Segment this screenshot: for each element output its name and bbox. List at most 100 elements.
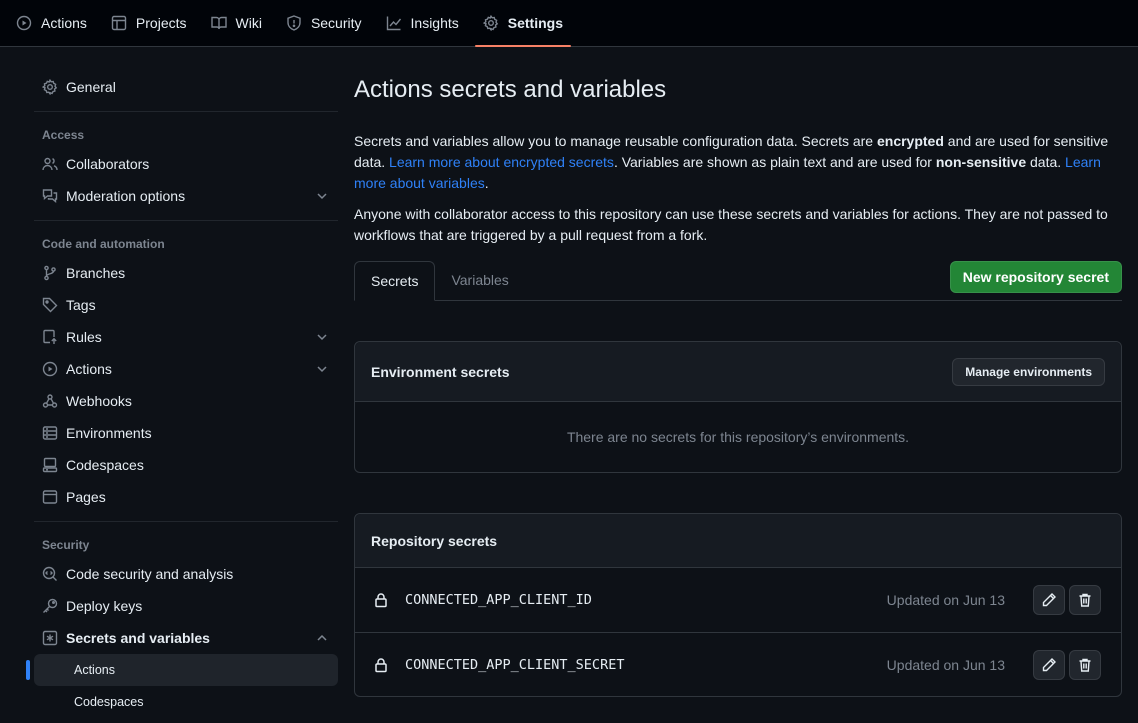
sidebar-subitem-actions[interactable]: Actions [26, 654, 338, 686]
sidebar-item-label: Rules [66, 329, 102, 345]
page-title: Actions secrets and variables [354, 76, 667, 103]
gear-icon [42, 79, 58, 95]
nav-insights[interactable]: Insights [378, 0, 467, 46]
nav-actions[interactable]: Actions [8, 0, 95, 46]
list-item: CONNECTED_APP_CLIENT_SECRET Updated on J… [355, 632, 1121, 696]
sidebar-item-codespaces[interactable]: Codespaces [26, 449, 338, 481]
settings-sidebar: General Access Collaborators Moderation … [26, 71, 338, 718]
codescan-icon [42, 566, 58, 582]
git-branch-icon [42, 265, 58, 281]
nav-settings-label: Settings [507, 15, 563, 31]
trash-icon [1077, 657, 1093, 673]
sidebar-item-label: Webhooks [66, 393, 132, 409]
sidebar-item-label: Moderation options [66, 188, 186, 204]
webhook-icon [42, 393, 58, 409]
play-icon [42, 361, 58, 377]
book-icon [210, 15, 227, 31]
sidebar-group-code: Code and automation [42, 237, 165, 251]
sidebar-item-secrets-variables[interactable]: Secrets and variables [26, 622, 338, 654]
box-header: Repository secrets [355, 514, 1121, 568]
sidebar-item-collaborators[interactable]: Collaborators [26, 148, 338, 180]
sidebar-subitem-codespaces[interactable]: Codespaces [34, 686, 338, 718]
sidebar-item-environments[interactable]: Environments [26, 417, 338, 449]
box-title: Environment secrets [371, 363, 510, 380]
box-title: Repository secrets [371, 532, 498, 549]
description-secondary: Anyone with collaborator access to this … [354, 206, 1108, 243]
secret-updated: Updated on Jun 13 [886, 656, 1005, 673]
nav-settings[interactable]: Settings [474, 0, 572, 47]
sidebar-item-branches[interactable]: Branches [26, 257, 338, 289]
desc-text: Secrets and variables allow you to manag… [354, 133, 877, 149]
delete-secret-button[interactable] [1069, 585, 1101, 615]
nav-projects-label: Projects [135, 15, 187, 31]
divider [34, 521, 338, 522]
tab-variables[interactable]: Variables [435, 260, 524, 300]
pencil-icon [1041, 592, 1057, 608]
comment-discussion-icon [42, 188, 58, 204]
nav-wiki-label: Wiki [235, 15, 262, 31]
nav-actions-label: Actions [41, 15, 87, 31]
sidebar-item-code-security[interactable]: Code security and analysis [26, 558, 338, 590]
shield-icon [286, 15, 302, 31]
key-icon [42, 598, 58, 614]
nav-security[interactable]: Security [278, 0, 370, 46]
repo-nav: Actions Projects Wiki Security Insights … [0, 0, 1138, 47]
learn-more-secrets-link[interactable]: Learn more about encrypted secrets [389, 154, 614, 170]
nav-insights-label: Insights [410, 15, 459, 31]
sidebar-item-rules[interactable]: Rules [26, 321, 338, 353]
tabs: Secrets Variables New repository secret [354, 261, 1122, 301]
chevron-down-icon [314, 329, 330, 345]
lock-icon [373, 657, 389, 673]
delete-secret-button[interactable] [1069, 649, 1101, 680]
people-icon [42, 156, 58, 172]
browser-icon [42, 489, 58, 505]
secret-name: CONNECTED_APP_CLIENT_ID [405, 592, 592, 608]
desc-bold: non-sensitive [935, 154, 1027, 170]
graph-icon [386, 15, 402, 31]
tag-icon [42, 297, 58, 313]
sidebar-item-general[interactable]: General [26, 71, 338, 103]
sidebar-item-tags[interactable]: Tags [26, 289, 338, 321]
manage-environments-button[interactable]: Manage environments [952, 357, 1105, 386]
pencil-icon [1041, 657, 1057, 673]
repo-push-icon [42, 329, 58, 345]
sidebar-item-pages[interactable]: Pages [26, 481, 338, 513]
sidebar-item-label: Collaborators [66, 156, 150, 172]
description: Secrets and variables allow you to manag… [354, 131, 1122, 194]
sidebar-item-actions[interactable]: Actions [26, 353, 338, 385]
desc-text: . [484, 175, 489, 191]
chevron-down-icon [314, 361, 330, 377]
gear-icon [482, 15, 499, 31]
edit-secret-button[interactable] [1033, 649, 1065, 680]
nav-wiki[interactable]: Wiki [203, 0, 270, 46]
edit-secret-button[interactable] [1033, 585, 1065, 615]
codespaces-icon [42, 457, 58, 473]
sidebar-item-label: Pages [66, 489, 106, 505]
sidebar-item-label: Codespaces [66, 457, 144, 473]
nav-projects[interactable]: Projects [103, 0, 195, 46]
list-item: CONNECTED_APP_CLIENT_ID Updated on Jun 1… [355, 568, 1121, 632]
sidebar-item-label: Branches [66, 265, 126, 281]
sidebar-item-label: Deploy keys [66, 598, 143, 614]
secret-name: CONNECTED_APP_CLIENT_SECRET [405, 656, 625, 673]
sidebar-item-label: Actions [66, 361, 112, 377]
sidebar-item-label: Secrets and variables [66, 630, 210, 646]
sidebar-item-webhooks[interactable]: Webhooks [26, 385, 338, 417]
nav-security-label: Security [310, 15, 362, 31]
new-repository-secret-button[interactable]: New repository secret [949, 261, 1122, 293]
secret-updated: Updated on Jun 13 [886, 592, 1005, 608]
chevron-up-icon [314, 630, 330, 646]
tab-secrets[interactable]: Secrets [354, 261, 436, 301]
desc-text: data. [1026, 154, 1066, 170]
empty-state-text: There are no secrets for this repository… [566, 429, 910, 445]
sidebar-item-deploy-keys[interactable]: Deploy keys [26, 590, 338, 622]
asterisk-icon [42, 630, 58, 646]
lock-icon [373, 592, 389, 608]
play-icon [16, 15, 32, 31]
sidebar-item-moderation[interactable]: Moderation options [26, 180, 338, 212]
trash-icon [1077, 592, 1093, 608]
chevron-down-icon [314, 188, 330, 204]
sidebar-group-security: Security [42, 538, 90, 552]
sidebar-item-label: Code security and analysis [66, 566, 234, 582]
table-icon [111, 15, 127, 31]
